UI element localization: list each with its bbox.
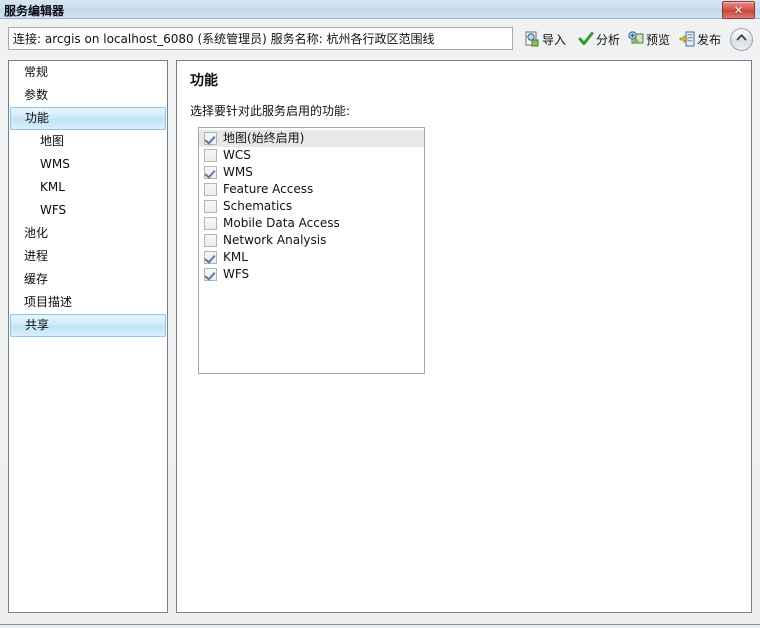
sidebar-item-label: 常规 (24, 65, 49, 79)
preview-icon (628, 31, 644, 44)
sidebar-item-6[interactable]: WFS (10, 199, 166, 222)
capability-row[interactable]: WCS (199, 147, 424, 164)
toolbar: 连接: arcgis on localhost_6080 (系统管理员) 服务名… (0, 19, 760, 57)
close-button[interactable]: ✕ (722, 1, 755, 19)
sidebar-item-4[interactable]: WMS (10, 153, 166, 176)
checkbox-unchecked-icon[interactable] (204, 149, 217, 162)
analyze-button[interactable]: 分析 (578, 28, 620, 50)
collapse-toolbar-button[interactable] (730, 28, 753, 51)
checkbox-unchecked-icon[interactable] (204, 200, 217, 213)
import-label: 导入 (542, 32, 567, 47)
capability-row[interactable]: 地图(始终启用) (199, 130, 424, 147)
checkbox-unchecked-icon[interactable] (204, 217, 217, 230)
sidebar-item-10[interactable]: 项目描述 (10, 291, 166, 314)
sidebar-item-label: 参数 (24, 88, 49, 102)
sidebar-item-9[interactable]: 缓存 (10, 268, 166, 291)
capability-label: Mobile Data Access (223, 216, 340, 230)
connection-field[interactable]: 连接: arcgis on localhost_6080 (系统管理员) 服务名… (8, 27, 513, 50)
sidebar-item-0[interactable]: 常规 (10, 61, 166, 84)
capability-label: KML (223, 250, 248, 264)
sidebar-item-3[interactable]: 地图 (10, 130, 166, 153)
capability-label: WFS (223, 267, 250, 281)
checkbox-checked-icon[interactable] (204, 166, 217, 179)
sidebar-item-label: KML (40, 180, 65, 194)
sidebar-list: 常规参数功能地图 WMS KML WFS 池化进程缓存项目描述共享 (9, 61, 167, 337)
publish-icon (679, 31, 695, 47)
capability-row[interactable]: WFS (199, 266, 424, 283)
preview-button[interactable]: 预览 (628, 28, 670, 50)
check-icon (578, 32, 594, 45)
sidebar-item-11[interactable]: 共享 (10, 314, 166, 337)
import-button[interactable]: 导入 (524, 28, 566, 50)
capabilities-listbox[interactable]: 地图(始终启用) WCS WMS Feature Access Schematics Mo… (198, 127, 425, 374)
sidebar-item-label: 地图 (40, 134, 65, 148)
publish-label: 发布 (697, 32, 722, 47)
sidebar-item-label: 池化 (24, 226, 49, 240)
sidebar-item-label: 功能 (25, 111, 50, 125)
capability-row[interactable]: Feature Access (199, 181, 424, 198)
capability-row[interactable]: Schematics (199, 198, 424, 215)
sidebar-item-8[interactable]: 进程 (10, 245, 166, 268)
capability-label: Schematics (223, 199, 293, 213)
capabilities-panel: 功能 选择要针对此服务启用的功能: 地图(始终启用) WCS WMS Feature … (176, 60, 752, 613)
capabilities-list: 地图(始终启用) WCS WMS Feature Access Schematics Mo… (199, 130, 424, 283)
capability-label: WCS (223, 148, 251, 162)
capability-row[interactable]: Network Analysis (199, 232, 424, 249)
preview-label: 预览 (646, 32, 671, 47)
checkbox-unchecked-icon[interactable] (204, 234, 217, 247)
capability-row[interactable]: Mobile Data Access (199, 215, 424, 232)
import-icon (525, 31, 539, 47)
window-titlebar: 服务编辑器 ✕ (0, 0, 760, 19)
checkbox-checked-icon[interactable] (204, 251, 217, 264)
capability-label: WMS (223, 165, 253, 179)
capability-label: Network Analysis (223, 233, 327, 247)
sidebar-item-1[interactable]: 参数 (10, 84, 166, 107)
close-icon: ✕ (733, 3, 744, 17)
window-title: 服务编辑器 (4, 4, 65, 18)
sidebar-item-label: WFS (40, 203, 67, 217)
chevron-up-icon (736, 34, 747, 41)
capability-label: Feature Access (223, 182, 314, 196)
window-bottom-strip (0, 624, 760, 628)
capability-row[interactable]: WMS (199, 164, 424, 181)
capability-row[interactable]: KML (199, 249, 424, 266)
checkbox-checked-icon[interactable] (204, 132, 217, 145)
sidebar-item-7[interactable]: 池化 (10, 222, 166, 245)
settings-sidebar[interactable]: 常规参数功能地图 WMS KML WFS 池化进程缓存项目描述共享 (8, 60, 168, 613)
checkbox-unchecked-icon[interactable] (204, 183, 217, 196)
sidebar-item-label: 进程 (24, 249, 49, 263)
sidebar-item-5[interactable]: KML (10, 176, 166, 199)
analyze-label: 分析 (596, 32, 621, 47)
page-description: 选择要针对此服务启用的功能: (190, 104, 351, 118)
sidebar-item-2[interactable]: 功能 (10, 107, 166, 130)
sidebar-item-label: 项目描述 (24, 295, 73, 309)
service-editor-window: 服务编辑器 ✕ 连接: arcgis on localhost_6080 (系统… (0, 0, 760, 628)
connection-value: 连接: arcgis on localhost_6080 (系统管理员) 服务名… (13, 32, 435, 46)
sidebar-item-label: WMS (40, 157, 70, 171)
publish-button[interactable]: 发布 (679, 28, 721, 50)
sidebar-item-label: 共享 (25, 318, 50, 332)
capability-label: 地图(始终启用) (223, 131, 305, 145)
page-title: 功能 (190, 73, 218, 89)
sidebar-item-label: 缓存 (24, 272, 49, 286)
checkbox-checked-icon[interactable] (204, 268, 217, 281)
